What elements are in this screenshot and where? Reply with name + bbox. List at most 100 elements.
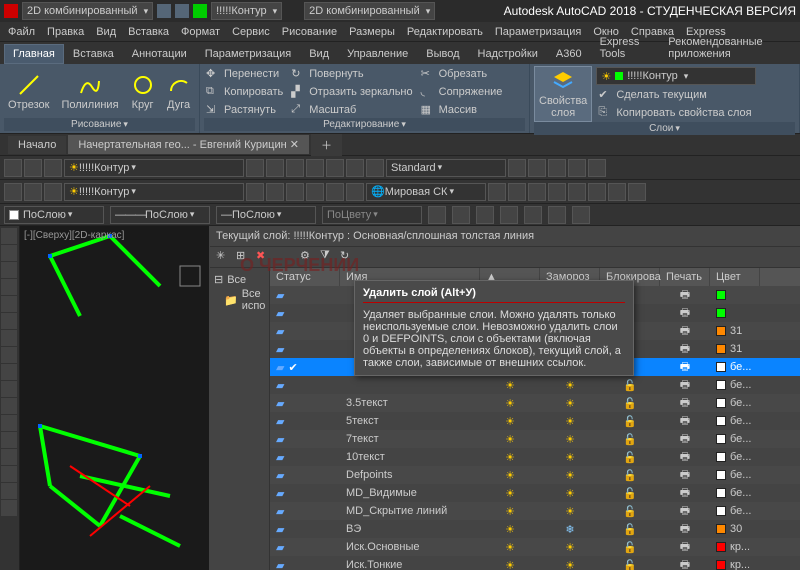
tool-icon[interactable] [572,206,590,224]
make-current-button[interactable]: ✔Сделать текущим [596,87,795,103]
tool-icon[interactable] [346,159,364,177]
tool-icon[interactable] [1,483,17,499]
tool-icon[interactable] [1,500,17,516]
layer-row[interactable]: ▰MD_Видимые☀☀🔓🖶 бе... [270,484,800,502]
tool-icon[interactable] [452,206,470,224]
tool-icon[interactable] [1,279,17,295]
ribbon-tab[interactable]: Вывод [417,44,468,64]
tool-icon[interactable] [4,183,22,201]
ribbon-tab-home[interactable]: Главная [4,44,64,64]
tool-icon[interactable] [588,159,606,177]
layer-row[interactable]: ▰ВЭ☀❄🔓🖶 30 [270,520,800,538]
menu-item[interactable]: Параметризация [495,26,581,38]
layer-row[interactable]: ▰Иск.Основные☀☀🔓🖶 кр... [270,538,800,556]
viewport[interactable]: [-][Сверху][2D-каркас] [20,226,210,570]
menu-item[interactable]: Рисование [282,26,337,38]
layer-swatch-icon[interactable] [193,4,207,18]
tool-icon[interactable] [488,183,506,201]
menu-item[interactable]: Вставка [128,26,169,38]
layer-toolbar-combo[interactable]: ☀ !!!!!Контур [64,159,244,177]
tool-icon[interactable] [428,206,446,224]
menu-item[interactable]: Редактировать [407,26,483,38]
mirror-button[interactable]: ▞Отразить зеркально [289,84,414,100]
tool-icon[interactable] [346,183,364,201]
tool-icon[interactable] [24,183,42,201]
tool-icon[interactable] [568,183,586,201]
ribbon-tab[interactable]: Вид [300,44,338,64]
tool-icon[interactable] [1,245,17,261]
panel-title[interactable]: Рисование [4,118,195,131]
tool-icon[interactable] [266,159,284,177]
layer-states-icon[interactable]: ⚙ [300,249,316,265]
tool-icon[interactable] [548,159,566,177]
col-color[interactable]: Цвет [710,268,760,286]
layer-row[interactable]: ▰MD_Скрытие линий☀☀🔓🖶 бе... [270,502,800,520]
ribbon-tab[interactable]: Аннотации [123,44,196,64]
tool-icon[interactable] [286,183,304,201]
tool-icon[interactable] [326,183,344,201]
tool-icon[interactable] [1,432,17,448]
stretch-button[interactable]: ⇲Растянуть [204,102,285,118]
ribbon-tab[interactable]: Надстройки [469,44,547,64]
new-layer-vp-icon[interactable]: ⊞ [236,249,252,265]
tool-icon[interactable] [508,159,526,177]
tool-icon[interactable] [528,183,546,201]
plotstyle-combo[interactable]: ПоЦвету [322,206,422,224]
tool-icon[interactable] [524,206,542,224]
app-icon[interactable] [4,4,18,18]
layer-filter-icon[interactable]: ⧩ [320,249,336,265]
tool-icon[interactable] [608,183,626,201]
tool-icon[interactable] [306,159,324,177]
tool-icon[interactable] [44,183,62,201]
textstyle-combo[interactable]: Standard [386,159,506,177]
tool-icon[interactable] [1,466,17,482]
circle-button[interactable]: Круг [127,71,159,113]
save-icon[interactable] [175,4,189,18]
tool-icon[interactable] [246,159,264,177]
menu-item[interactable]: Файл [8,26,35,38]
lineweight-combo[interactable]: — ПоСлою [216,206,316,224]
col-plot[interactable]: Печать [660,268,710,286]
ribbon-tab[interactable]: Express Tools [591,32,660,64]
ribbon-tab[interactable]: A360 [547,44,591,64]
trim-button[interactable]: ✂Обрезать [419,66,505,82]
layer-row[interactable]: ▰10текст☀☀🔓🖶 бе... [270,448,800,466]
tool-icon[interactable] [508,183,526,201]
filter-used[interactable]: 📁 Все испо [214,287,265,313]
tool-icon[interactable] [1,398,17,414]
copy-layer-props-button[interactable]: ⎘Копировать свойства слоя [596,105,795,121]
menu-item[interactable]: Размеры [349,26,395,38]
copy-button[interactable]: ⧉Копировать [204,84,285,100]
tool-icon[interactable] [1,262,17,278]
tool-icon[interactable] [326,159,344,177]
tool-icon[interactable] [366,159,384,177]
panel-title[interactable]: Редактирование [204,118,525,131]
layer-properties-button[interactable]: Свойства слоя [534,66,592,122]
close-tab-icon[interactable]: ✕ [290,139,299,151]
ribbon-tab[interactable]: Параметризация [196,44,300,64]
qat-layer-combo[interactable]: !!!!!Контур [211,2,282,20]
scale-button[interactable]: ⤢Масштаб [289,102,414,118]
tool-icon[interactable] [476,206,494,224]
tool-icon[interactable] [1,415,17,431]
tool-icon[interactable] [548,206,566,224]
tool-icon[interactable] [1,330,17,346]
tool-icon[interactable] [528,159,546,177]
workspace-combo-1[interactable]: 2D комбинированный [22,2,153,20]
delete-layer-icon[interactable]: ✖ [256,249,272,265]
panel-title[interactable]: Слои [534,122,795,135]
layer-row[interactable]: ▰5текст☀☀🔓🖶 бе... [270,412,800,430]
refresh-icon[interactable]: ↻ [340,249,356,265]
ucs-combo[interactable]: 🌐 Мировая СК [366,183,486,201]
tool-icon[interactable] [568,159,586,177]
tool-icon[interactable] [306,183,324,201]
filter-all[interactable]: ⊟ Все [214,272,265,287]
doc-tab-start[interactable]: Начало [8,136,66,154]
layer-row[interactable]: ▰Иск.Тонкие☀☀🔓🖶 кр... [270,556,800,570]
ribbon-tab[interactable]: Управление [338,44,417,64]
tool-icon[interactable] [588,183,606,201]
new-tab-button[interactable]: ＋ [311,134,342,156]
layer-row[interactable]: ▰3.5текст☀☀🔓🖶 бе... [270,394,800,412]
layer-row[interactable]: ▰7текст☀☀🔓🖶 бе... [270,430,800,448]
array-button[interactable]: ▦Массив [419,102,505,118]
